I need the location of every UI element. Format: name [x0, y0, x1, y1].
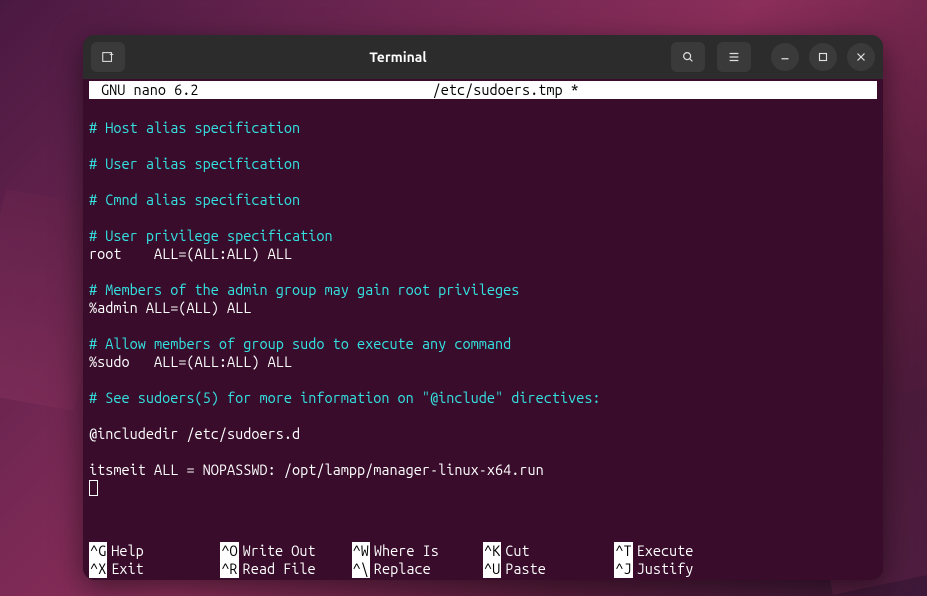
- shortcut-cut: ^KCut: [483, 542, 614, 560]
- editor-line: # Host alias specification: [89, 119, 300, 136]
- editor-content[interactable]: # Host alias specification # User alias …: [89, 99, 877, 542]
- shortcut-readfile: ^R Read File: [220, 560, 351, 578]
- shortcut-key: ^O: [220, 542, 238, 560]
- nano-app-name: GNU nano 6.2: [93, 81, 198, 99]
- editor-line: # See sudoers(5) for more information on…: [89, 389, 601, 406]
- shortcut-paste: ^UPaste: [483, 560, 614, 578]
- nano-header: GNU nano 6.2 /etc/sudoers.tmp *: [89, 81, 877, 99]
- shortcut-whereis: ^WWhere Is: [352, 542, 483, 560]
- nano-file-path: /etc/sudoers.tmp *: [198, 81, 813, 99]
- editor-line: # Cmnd alias specification: [89, 191, 300, 208]
- shortcut-key: ^G: [89, 542, 107, 560]
- terminal-window: Terminal GNU nano 6.2: [83, 35, 883, 580]
- search-button[interactable]: [671, 42, 705, 72]
- new-tab-button[interactable]: [91, 42, 125, 72]
- titlebar: Terminal: [83, 35, 883, 79]
- nano-footer: ^GHelp ^O Write Out ^WWhere Is ^KCut ^T Ex…: [89, 542, 877, 580]
- shortcut-key: ^W: [352, 542, 370, 560]
- shortcut-label: Replace: [374, 560, 431, 578]
- shortcut-label: Cut: [505, 542, 529, 560]
- shortcut-writeout: ^O Write Out: [220, 542, 351, 560]
- shortcut-exit: ^XExit: [89, 560, 220, 578]
- menu-button[interactable]: [717, 42, 751, 72]
- close-icon: [854, 50, 868, 64]
- editor-line: # User alias specification: [89, 155, 300, 172]
- editor-line: # Members of the admin group may gain ro…: [89, 281, 519, 298]
- shortcut-key: ^J: [614, 560, 632, 578]
- editor-line: @includedir /etc/sudoers.d: [89, 425, 300, 442]
- shortcut-replace: ^\Replace: [352, 560, 483, 578]
- shortcut-label: Read File: [243, 560, 316, 578]
- editor-line: itsmeit ALL = NOPASSWD: /opt/lampp/manag…: [89, 461, 544, 478]
- minimize-button[interactable]: [771, 43, 799, 71]
- window-title: Terminal: [131, 49, 665, 65]
- cursor: [89, 480, 98, 496]
- shortcut-justify: ^J Justify: [614, 560, 745, 578]
- shortcut-label: Exit: [111, 560, 143, 578]
- shortcut-key: ^K: [483, 542, 501, 560]
- shortcut-label: Paste: [505, 560, 546, 578]
- editor-line: # Allow members of group sudo to execute…: [89, 335, 511, 352]
- minimize-icon: [778, 50, 792, 64]
- maximize-button[interactable]: [809, 43, 837, 71]
- shortcut-label: Write Out: [243, 542, 316, 560]
- editor-line: # User privilege specification: [89, 227, 333, 244]
- editor-line: %admin ALL=(ALL) ALL: [89, 299, 251, 316]
- shortcut-label: Justify: [637, 560, 694, 578]
- shortcut-help: ^GHelp: [89, 542, 220, 560]
- maximize-icon: [816, 50, 830, 64]
- shortcut-key: ^R: [220, 560, 238, 578]
- terminal-body[interactable]: GNU nano 6.2 /etc/sudoers.tmp * # Host a…: [83, 79, 883, 580]
- shortcut-label: Execute: [637, 542, 694, 560]
- shortcut-label: Help: [111, 542, 143, 560]
- shortcut-key: ^\: [352, 560, 370, 578]
- shortcut-execute: ^T Execute: [614, 542, 745, 560]
- shortcut-label: Where Is: [374, 542, 439, 560]
- new-tab-icon: [101, 50, 115, 64]
- editor-line: %sudo ALL=(ALL:ALL) ALL: [89, 353, 292, 370]
- close-button[interactable]: [847, 43, 875, 71]
- search-icon: [681, 50, 695, 64]
- shortcut-key: ^U: [483, 560, 501, 578]
- shortcut-key: ^X: [89, 560, 107, 578]
- editor-line: root ALL=(ALL:ALL) ALL: [89, 245, 292, 262]
- shortcut-key: ^T: [614, 542, 632, 560]
- hamburger-icon: [727, 50, 741, 64]
